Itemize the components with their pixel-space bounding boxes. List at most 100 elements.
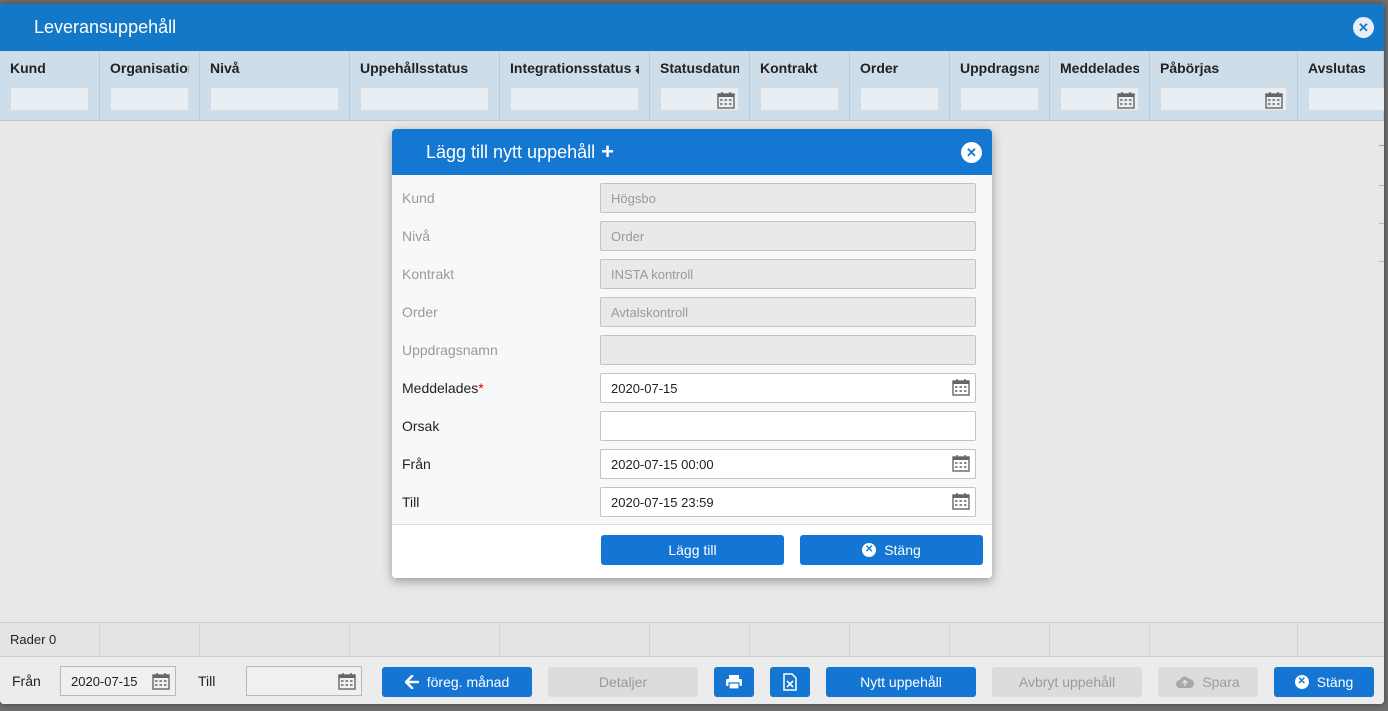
footer-cell [1150, 623, 1298, 656]
fran-label: Från [402, 456, 431, 472]
column-header-label[interactable]: Nivå [210, 60, 339, 78]
column-filter-input[interactable] [760, 87, 839, 111]
calendar-icon[interactable] [1265, 91, 1283, 109]
calendar-icon[interactable] [338, 672, 356, 690]
column-filter-input[interactable] [1060, 87, 1139, 111]
niva-label: Nivå [402, 228, 431, 244]
column-header-label[interactable]: Uppdragsnamn [960, 60, 1039, 78]
calendar-icon[interactable] [952, 378, 970, 396]
footer-cell [850, 623, 950, 656]
from-date-input[interactable]: 2020-07-15 [60, 666, 176, 696]
calendar-icon[interactable] [717, 91, 735, 109]
cancel-pause-label: Avbryt uppehåll [1018, 674, 1116, 690]
filter-column: Påbörjas [1150, 51, 1298, 120]
close-button[interactable]: ✕ Stäng [1274, 667, 1374, 697]
form-row-niva: Nivå Order [392, 221, 992, 259]
footer-cell [750, 623, 850, 656]
export-excel-button[interactable] [770, 667, 810, 697]
close-icon: ✕ [1294, 675, 1309, 689]
dialog-footer: Lägg till ✕ Stäng [392, 525, 992, 578]
filter-column: Uppdragsnamn [950, 51, 1050, 120]
meddelades-label: Meddelades* [402, 380, 484, 396]
filter-column: Integrationsstatus ⇄ [500, 51, 650, 120]
grid-row-stub [1379, 261, 1384, 262]
save-button[interactable]: Spara [1158, 667, 1258, 697]
footer-cell [100, 623, 200, 656]
kontrakt-label: Kontrakt [402, 266, 455, 282]
footer-cell [500, 623, 650, 656]
dialog-close-button[interactable]: ✕ Stäng [800, 535, 983, 565]
column-header-label[interactable]: Påbörjas [1160, 60, 1287, 78]
column-filter-input[interactable] [860, 87, 939, 111]
column-filter-input[interactable] [510, 87, 639, 111]
bottom-toolbar: Från 2020-07-15 Till föreg. månad Detalj… [0, 657, 1384, 704]
order-label: Order [402, 304, 438, 320]
print-button[interactable] [714, 667, 754, 697]
filter-column: Avslutas [1298, 51, 1384, 120]
dialog-title: Lägg till nytt uppehåll [426, 141, 596, 162]
column-filter-input[interactable] [960, 87, 1039, 111]
calendar-icon[interactable] [1117, 91, 1135, 109]
form-row-meddelades: Meddelades* 2020-07-15 [392, 373, 992, 411]
column-header-label[interactable]: Integrationsstatus ⇄ [510, 60, 639, 78]
column-filter-input[interactable] [10, 87, 89, 111]
save-label: Spara [1202, 674, 1240, 690]
previous-month-button[interactable]: föreg. månad [382, 667, 532, 697]
required-marker: * [478, 380, 484, 396]
details-button[interactable]: Detaljer [548, 667, 698, 697]
kontrakt-field: INSTA kontroll [600, 259, 976, 289]
column-header-label[interactable]: Organisation [110, 60, 189, 78]
column-filter-input[interactable] [1308, 87, 1384, 111]
grid-row-stub [1379, 145, 1384, 146]
column-header-label[interactable]: Avslutas [1308, 60, 1373, 78]
add-button[interactable]: Lägg till [601, 535, 784, 565]
column-header-label[interactable]: Statusdatum [660, 60, 739, 78]
filter-column: Organisation [100, 51, 200, 120]
till-datetime-input[interactable]: 2020-07-15 23:59 [600, 487, 976, 517]
column-filter-input[interactable] [360, 87, 489, 111]
uppdragsnamn-label: Uppdragsnamn [402, 342, 498, 358]
calendar-icon[interactable] [952, 454, 970, 472]
column-header-label[interactable]: Meddelades [1060, 60, 1139, 78]
cancel-pause-button[interactable]: Avbryt uppehåll [992, 667, 1142, 697]
new-pause-button[interactable]: Nytt uppehåll [826, 667, 976, 697]
filter-column: Order [850, 51, 950, 120]
filter-column: Kontrakt [750, 51, 850, 120]
kund-value: Högsbo [611, 191, 656, 206]
column-header-label[interactable]: Kund [10, 60, 89, 78]
form-row-till: Till 2020-07-15 23:59 [392, 487, 992, 525]
kund-field: Högsbo [600, 183, 976, 213]
dialog-close-label: Stäng [884, 542, 921, 558]
column-header-label[interactable]: Order [860, 60, 939, 78]
to-date-input[interactable] [246, 666, 362, 696]
filter-column: Nivå [200, 51, 350, 120]
orsak-input[interactable] [600, 411, 976, 441]
fran-datetime-input[interactable]: 2020-07-15 00:00 [600, 449, 976, 479]
window-title: Leveransuppehåll [34, 17, 177, 37]
calendar-icon[interactable] [952, 492, 970, 510]
order-field: Avtalskontroll [600, 297, 976, 327]
orsak-label: Orsak [402, 418, 440, 434]
window-header: Leveransuppehåll ✕ [0, 4, 1384, 51]
meddelades-value: 2020-07-15 [611, 381, 678, 396]
filter-column: Kund [0, 51, 100, 120]
close-icon: ✕ [862, 543, 877, 557]
dialog-close-icon[interactable]: ✕ [961, 142, 982, 163]
details-label: Detaljer [598, 674, 648, 690]
window-close-icon[interactable]: ✕ [1353, 17, 1374, 38]
previous-month-label: föreg. månad [426, 674, 510, 690]
form-row-orsak: Orsak [392, 411, 992, 449]
column-filter-input[interactable] [110, 87, 189, 111]
column-filter-input[interactable] [1160, 87, 1287, 111]
column-header-label[interactable]: Uppehållsstatus [360, 60, 489, 78]
calendar-icon[interactable] [152, 672, 170, 690]
kund-label: Kund [402, 190, 435, 206]
uppdragsnamn-field [600, 335, 976, 365]
dialog-header: Lägg till nytt uppehåll + ✕ [392, 129, 992, 175]
column-header-label[interactable]: Kontrakt [760, 60, 839, 78]
column-filter-input[interactable] [210, 87, 339, 111]
grid-row-stub [1379, 223, 1384, 224]
printer-icon [726, 675, 742, 690]
column-filter-input[interactable] [660, 87, 739, 111]
meddelades-date-input[interactable]: 2020-07-15 [600, 373, 976, 403]
